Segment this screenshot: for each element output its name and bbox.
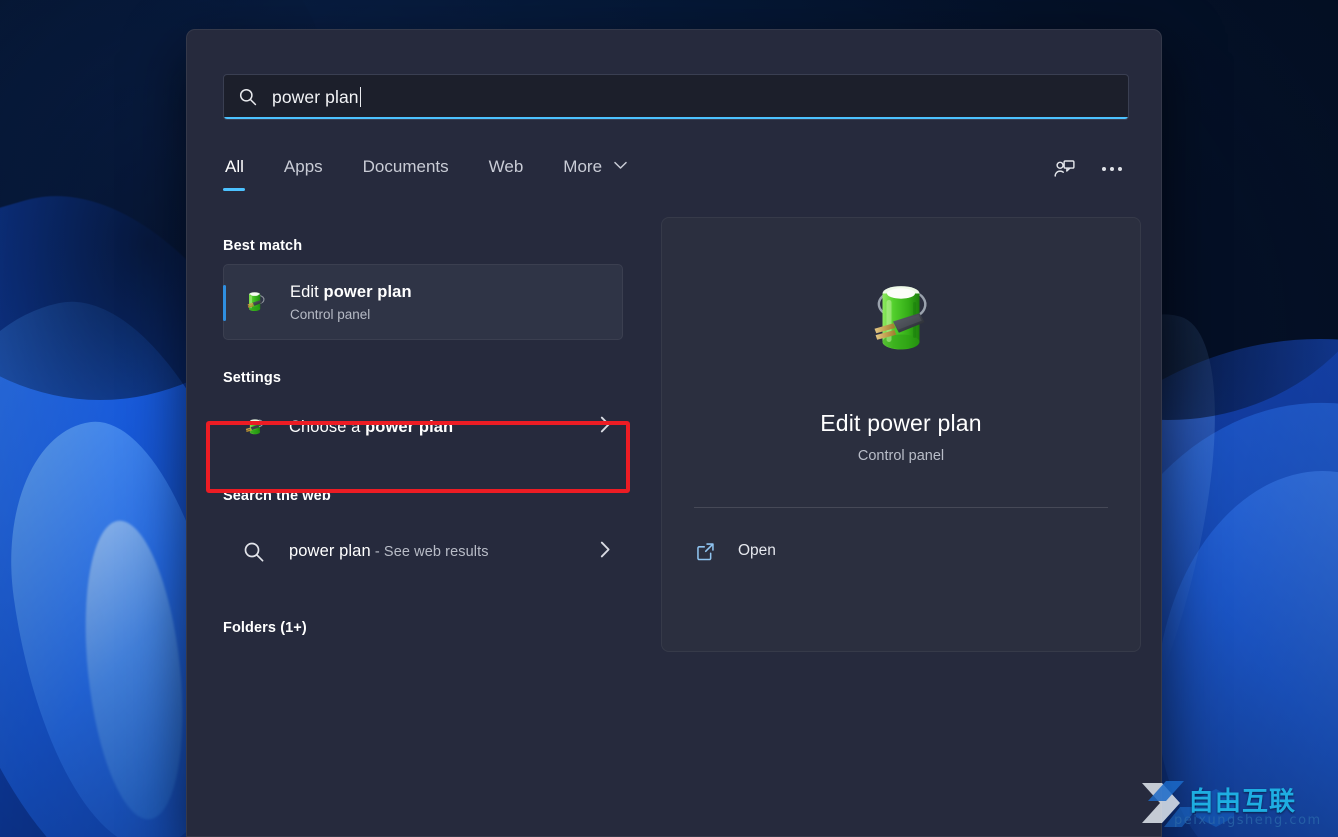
desktop-background: power plan All Apps Documents Web More B… — [0, 0, 1338, 837]
tab-web[interactable]: Web — [487, 151, 526, 187]
preview-column: Edit power plan Control panel Open — [639, 208, 1161, 836]
section-heading-best-match: Best match — [223, 238, 303, 254]
power-plan-settings-icon — [237, 410, 271, 444]
result-web-search[interactable]: power plan - See web results — [223, 514, 623, 590]
open-external-icon — [694, 540, 716, 562]
tab-more[interactable]: More — [561, 151, 628, 187]
chevron-right-icon — [600, 541, 611, 563]
battery-power-plan-icon — [238, 285, 272, 319]
battery-power-plan-icon — [847, 268, 955, 376]
preview-actions: Open — [694, 534, 1108, 568]
section-heading-settings: Settings — [223, 370, 281, 386]
tab-apps[interactable]: Apps — [282, 151, 325, 187]
watermark: 自由互联 peixungsheng.com — [1136, 775, 1332, 835]
result-title: power plan - See web results — [289, 542, 489, 561]
watermark-url: peixungsheng.com — [1174, 813, 1322, 828]
more-options-button[interactable] — [1095, 152, 1129, 186]
result-edit-power-plan[interactable]: Edit power plan Control panel — [223, 264, 623, 340]
section-heading-folders: Folders (1+) — [223, 620, 307, 636]
result-title: Choose a power plan — [289, 417, 454, 436]
tab-all[interactable]: All — [223, 151, 246, 187]
result-subtitle: Control panel — [290, 306, 371, 322]
tab-documents[interactable]: Documents — [361, 151, 451, 187]
tab-all-label: All — [225, 157, 244, 176]
preview-subtitle: Control panel — [857, 448, 945, 464]
text-caret — [359, 87, 361, 107]
windows-search-flyout: power plan All Apps Documents Web More B… — [186, 29, 1162, 837]
result-title: Edit power plan — [290, 283, 412, 302]
results-column: Best match Edit power plan Control panel… — [187, 208, 639, 836]
result-text-block: Choose a power plan — [289, 417, 590, 438]
tab-more-label: More — [563, 157, 603, 176]
search-filter-tabs: All Apps Documents Web More — [223, 140, 1129, 198]
feedback-icon — [1053, 159, 1075, 177]
more-options-icon — [1102, 167, 1122, 171]
search-icon — [237, 535, 271, 569]
preview-card: Edit power plan Control panel Open — [661, 217, 1141, 652]
open-action-button[interactable]: Open — [694, 534, 1108, 568]
open-action-label: Open — [738, 542, 776, 559]
chevron-right-icon — [600, 416, 611, 438]
tab-apps-label: Apps — [283, 157, 323, 176]
search-results-body: Best match Edit power plan Control panel… — [187, 208, 1161, 836]
search-box-container: power plan — [223, 74, 1129, 120]
preview-title: Edit power plan — [820, 410, 982, 436]
result-text-block: power plan - See web results — [289, 540, 590, 564]
search-focus-underline — [224, 117, 1128, 119]
feedback-button[interactable] — [1047, 152, 1081, 186]
search-icon — [239, 88, 257, 106]
result-text-block: Edit power plan Control panel — [290, 282, 610, 322]
section-heading-search-the-web: Search the web — [223, 488, 331, 504]
result-choose-a-power-plan[interactable]: Choose a power plan — [223, 396, 623, 458]
preview-divider — [694, 507, 1108, 508]
chevron-down-icon — [614, 161, 627, 169]
tab-web-label: Web — [488, 157, 524, 176]
selection-accent-bar — [223, 285, 226, 321]
tab-documents-label: Documents — [362, 157, 449, 176]
search-input[interactable]: power plan — [223, 74, 1129, 120]
search-input-value: power plan — [272, 86, 359, 107]
